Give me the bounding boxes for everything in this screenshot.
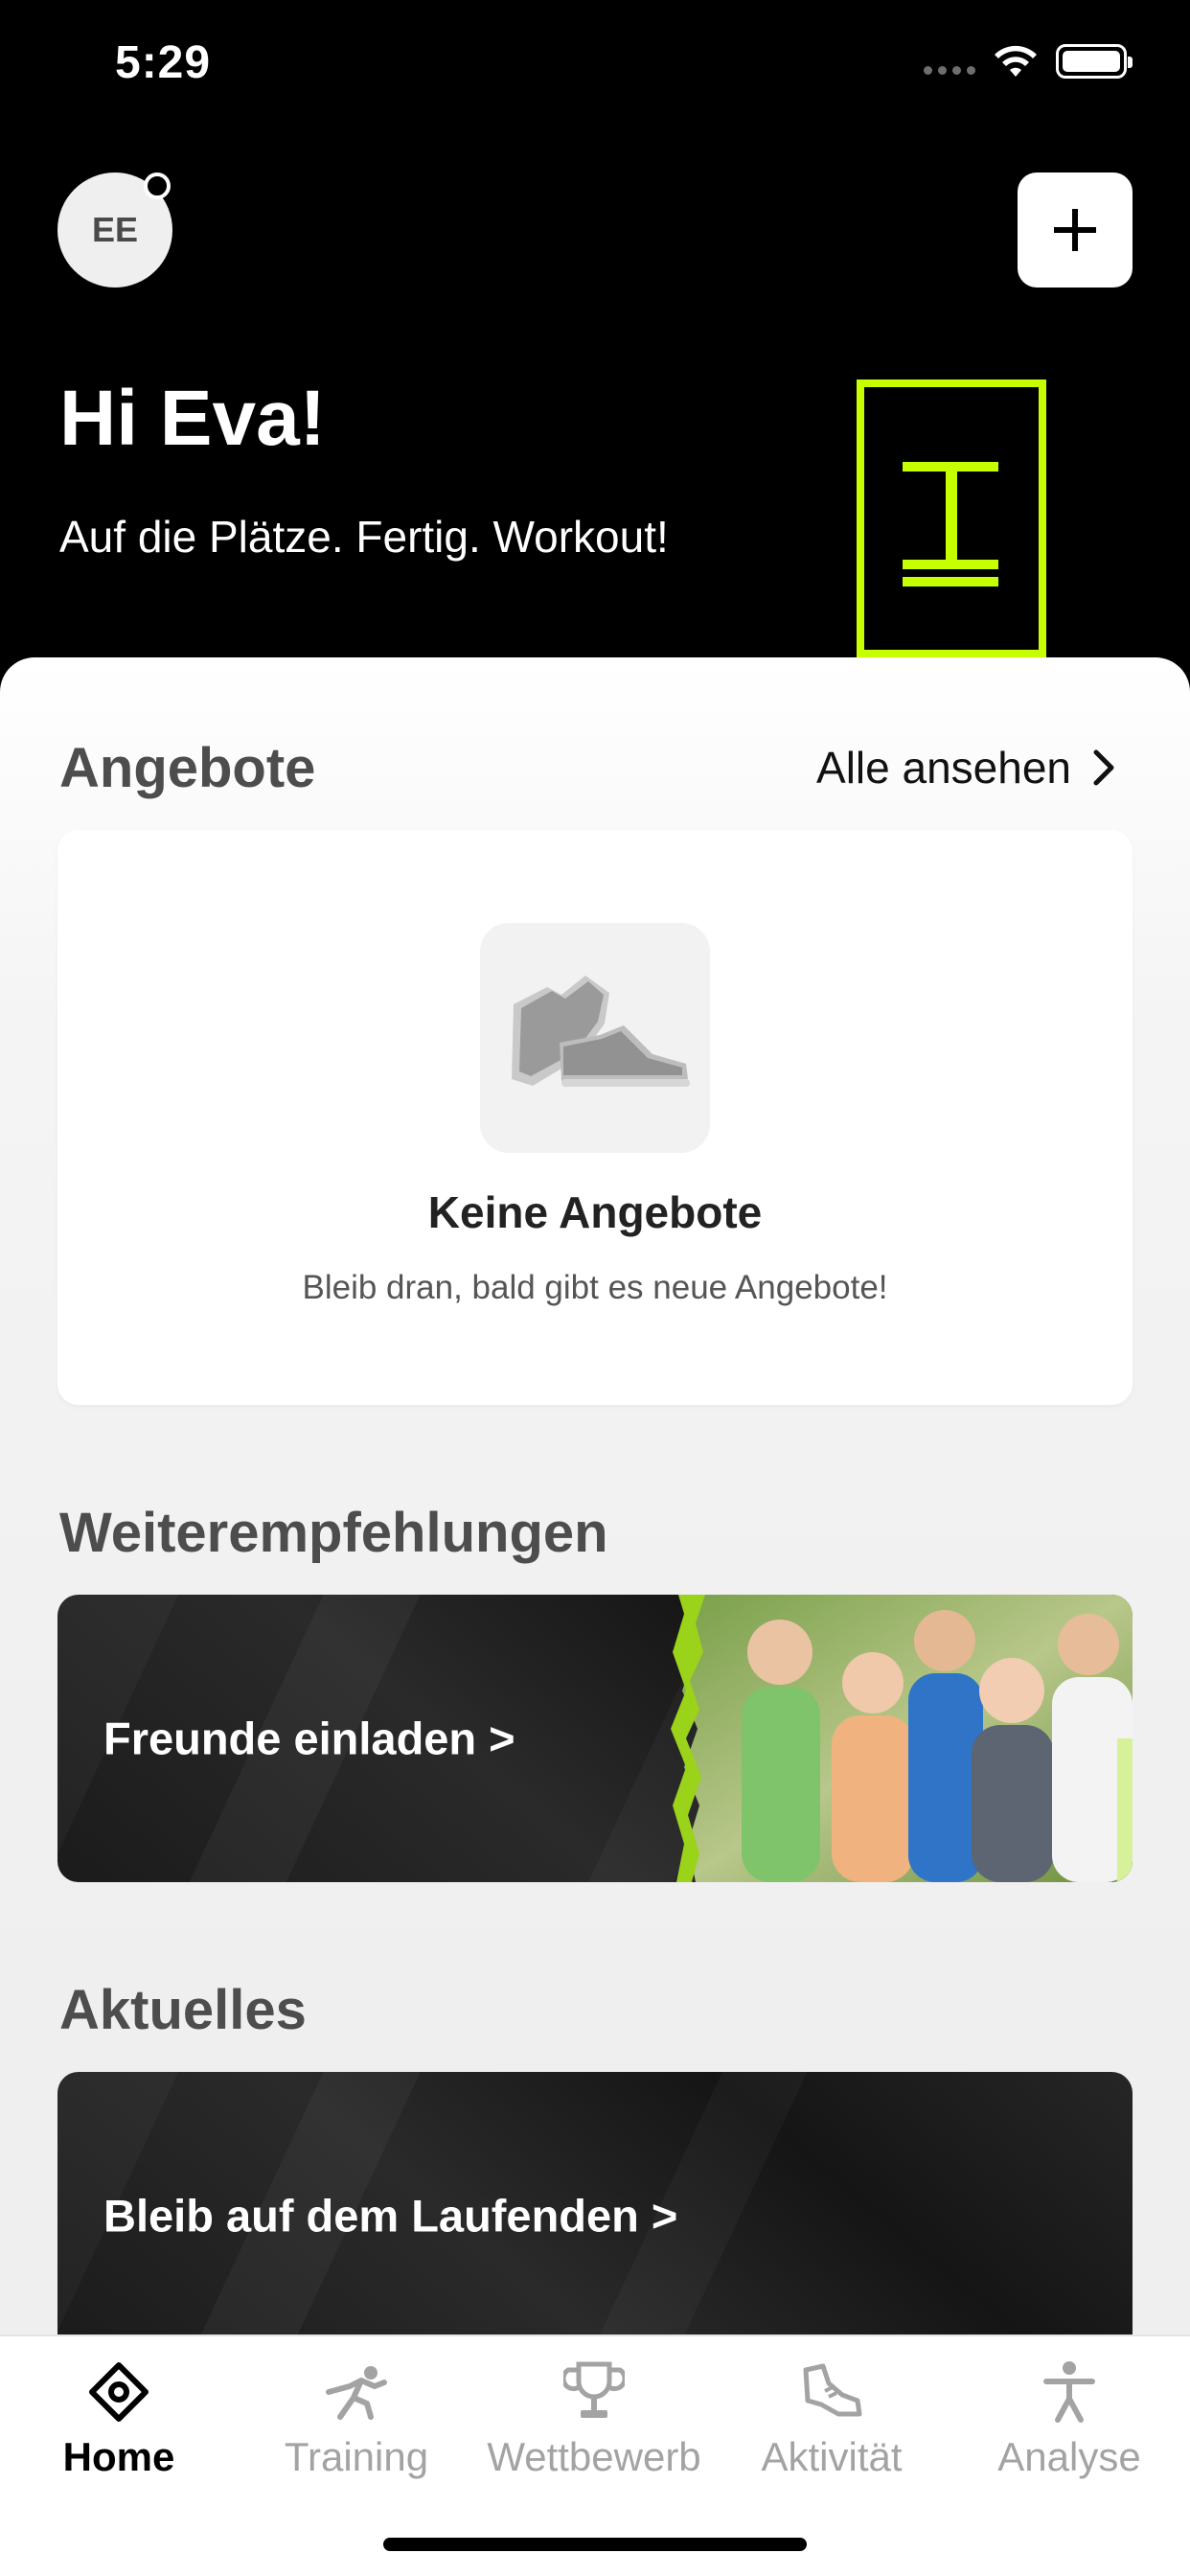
offers-section-title: Angebote [59,737,316,799]
offers-empty-card: Keine Angebote Bleib dran, bald gibt es … [57,830,1133,1405]
status-bar: 5:29 [0,0,1190,134]
tab-analyse[interactable]: Analyse [950,2356,1188,2480]
tab-wettbewerb-label: Wettbewerb [487,2434,701,2479]
tab-analyse-label: Analyse [997,2434,1141,2479]
header: 5:29 EE Hi Eva! Auf die Plätze. Fertig. … [0,0,1190,690]
empty-offers-subtitle: Bleib dran, bald gibt es neue Angebote! [302,1269,888,1306]
home-icon [89,2362,149,2422]
see-all-offers-link[interactable]: Alle ansehen [816,742,1115,794]
news-banner-label: Bleib auf dem Laufenden > [103,2190,678,2242]
content-sheet: Angebote Alle ansehen Keine Angebote Ble… [0,657,1190,2576]
sneakers-icon [480,923,710,1153]
see-all-label: Alle ansehen [816,743,1071,793]
tab-home[interactable]: Home [0,2356,238,2480]
wifi-icon [995,45,1037,77]
tab-home-label: Home [62,2434,175,2479]
brand-logo-icon [857,380,1046,657]
empty-offers-title: Keine Angebote [427,1187,763,1237]
activity-shoe-icon [803,2363,862,2417]
news-section-title: Aktuelles [59,1979,307,2041]
status-time: 5:29 [115,37,212,88]
person-icon [1043,2361,1095,2423]
cellular-signal-icon [924,48,975,75]
status-icons [924,44,1133,79]
tab-aktivitaet-label: Aktivität [761,2434,903,2479]
invite-friends-banner[interactable]: Freunde einladen > [57,1595,1133,1882]
invite-friends-label: Freunde einladen > [103,1713,515,1764]
news-banner[interactable]: Bleib auf dem Laufenden > [57,2072,1133,2359]
tab-training-label: Training [284,2434,429,2479]
battery-icon [1056,44,1133,79]
avatar-initials: EE [91,210,139,249]
greeting-tagline: Auf die Plätze. Fertig. Workout! [59,512,669,562]
chevron-right-icon [1093,749,1114,786]
tab-wettbewerb[interactable]: Wettbewerb [475,2356,713,2480]
tab-aktivitaet[interactable]: Aktivität [713,2356,950,2480]
greeting-title: Hi Eva! [59,375,326,462]
friends-photo [671,1595,1133,1882]
referrals-section-title: Weiterempfehlungen [59,1502,608,1564]
training-icon [326,2366,387,2420]
trophy-icon [563,2361,625,2418]
add-button[interactable] [1018,172,1133,288]
home-indicator[interactable] [383,2538,807,2551]
plus-icon [1054,209,1096,251]
tab-training[interactable]: Training [238,2356,475,2480]
notification-dot [144,172,171,199]
